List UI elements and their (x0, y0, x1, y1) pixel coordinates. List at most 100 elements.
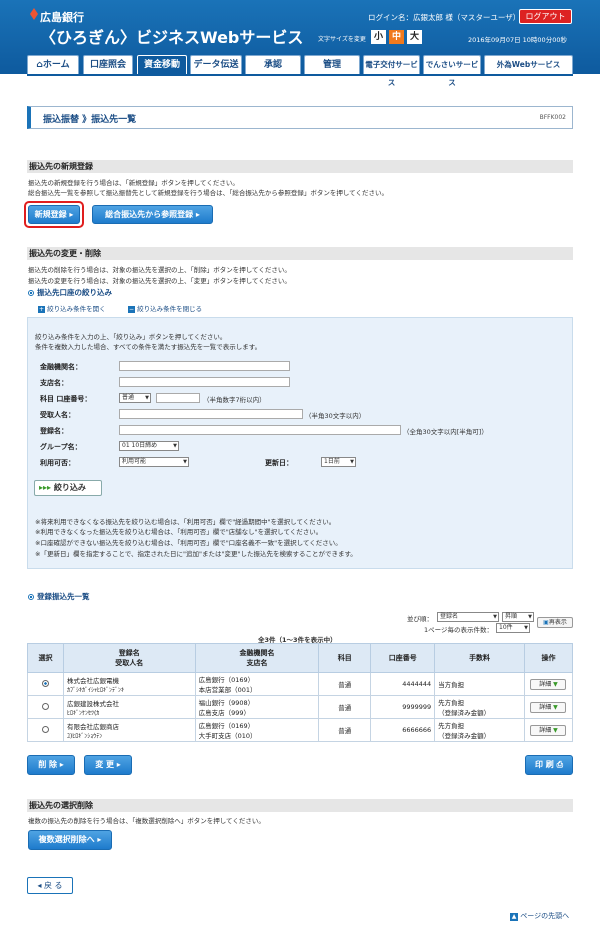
col-select: 選択 (27, 643, 64, 673)
row-type: 普通 (318, 695, 372, 719)
filter-heading: 振込先口座の絞り込み (28, 287, 112, 298)
font-size-large-button[interactable]: 大 (407, 30, 422, 44)
arrow-up-icon: ▲ (510, 913, 518, 921)
row-radio[interactable] (41, 702, 49, 710)
update-date-label: 更新日： (265, 459, 293, 467)
row-reg-name: 株式会社広銀電機 (66, 676, 119, 685)
tab-densai[interactable]: でんさいサービス (423, 55, 481, 87)
order-select[interactable]: 昇順 (502, 612, 534, 622)
row-fee-note: （登録済み金額） (438, 732, 491, 740)
arrow-right-icon: ▸ (116, 760, 121, 769)
row-account: 9999999 (370, 695, 436, 719)
apply-filter-button[interactable]: ▸▸▸ 絞り込み (34, 480, 102, 496)
col-bank-branch: 金融機関名 支店名 (194, 643, 320, 673)
bullet-icon (28, 290, 34, 296)
tab-fund-transfer[interactable]: 資金移動 (137, 55, 187, 74)
font-size-label: 文字サイズを変更 (318, 36, 366, 43)
tab-approval[interactable]: 承認 (245, 55, 301, 74)
sort-select[interactable]: 登録名 (437, 612, 499, 622)
bulk-delete-button[interactable]: 複数選択削除へ ▸ (28, 830, 112, 850)
table-row[interactable]: 有限会社広銀商店 ﾕ)ﾋﾛｷﾞﾝｼｮｳﾃﾝ 広島銀行（0169） 大手町支店（010… (27, 718, 574, 742)
account-hint: （半角数字7桁以内） (203, 396, 266, 404)
bank-logo-icon (30, 8, 38, 20)
filter-note-3: ※口座確認ができない振込先を絞り込む場合は、「利用可否」欄で"口座名義不一致"を… (35, 539, 342, 547)
logout-button[interactable]: ログアウト (519, 9, 572, 24)
availability-select[interactable]: 利用可能 (119, 457, 189, 467)
table-row[interactable]: 広銀建設株式会社 ﾋﾛｷﾞﾝｹﾝｾﾂ(ｶ 福山銀行（9908） 広島支店（999） … (27, 695, 574, 719)
row-branch: 広島支店（999） (198, 709, 251, 717)
tab-home[interactable]: ⌂ホーム (27, 55, 79, 74)
branch-name-input[interactable] (119, 377, 290, 387)
update-date-select[interactable]: 1日前 (321, 457, 356, 467)
arrow-right-icon: ▸ (97, 835, 102, 844)
table-header-row: 選択 登録名 受取人名 金融機関名 支店名 科目 口座番号 手数料 操作 (27, 643, 574, 673)
col-reg-name: 登録名 受取人名 (62, 643, 196, 673)
row-radio[interactable] (41, 679, 49, 687)
row-radio[interactable] (41, 725, 49, 733)
filter-intro-1: 絞り込み条件を入力の上、「絞り込み」ボタンを押してください。 (35, 333, 227, 341)
row-payee: ﾋﾛｷﾞﾝｹﾝｾﾂ(ｶ (66, 709, 100, 717)
group-select[interactable]: 01 10日締め (119, 441, 179, 451)
detail-button[interactable]: 詳細 ▼ (530, 724, 567, 736)
detail-button[interactable]: 詳細 ▼ (530, 678, 567, 690)
modify-text-1: 振込先の削除を行う場合は、対象の振込先を選択の上、「削除」ボタンを押してください… (28, 266, 291, 274)
filter-close-link[interactable]: − 絞り込み条件を閉じる (128, 303, 202, 313)
reg-name-input[interactable] (119, 425, 401, 435)
account-number-input[interactable] (156, 393, 200, 403)
new-registration-button[interactable]: 新規登録 ▸ (28, 205, 80, 224)
col-type: 科目 (318, 643, 372, 673)
filter-note-1: ※将来利用できなくなる振込先を絞り込む場合は、「利用可否」欄で"経過期間中"を選… (35, 518, 336, 526)
page-top-link[interactable]: ▲ ページの先頭へ (510, 911, 569, 921)
payee-table: 選択 登録名 受取人名 金融機関名 支店名 科目 口座番号 手数料 操作 株式会… (27, 643, 574, 742)
new-reg-text-2: 総合振込先一覧を参照して振込振替先として新規登録を行う場合は、「総合振込先から参… (28, 189, 388, 197)
section-modify-delete: 振込先の変更・削除 (27, 247, 573, 260)
font-size-medium-button[interactable]: 中 (389, 30, 404, 44)
change-button[interactable]: 変 更 ▸ (84, 755, 132, 775)
per-page-select[interactable]: 10件 (496, 623, 530, 633)
font-size-small-button[interactable]: 小 (371, 30, 386, 44)
row-fee: 当方負担 (438, 681, 465, 689)
tab-e-delivery[interactable]: 電子交付サービス (363, 55, 420, 87)
sort-label: 並び順： (407, 615, 433, 623)
screen-code: BFFK002 (539, 114, 566, 121)
per-page-label: 1ページ毎の表示件数： (424, 626, 494, 634)
bank-name-input[interactable] (119, 361, 290, 371)
section-new-registration: 振込先の新規登録 (27, 160, 573, 173)
login-name: ログイン名：広銀太郎 様（マスターユーザ） (368, 13, 521, 22)
filter-note-2: ※利用できなくなった振込先を絞り込む場合は、「利用可否」欄で"店舗なし"を選択し… (35, 528, 323, 536)
section-bulk-delete: 振込先の選択削除 (27, 799, 573, 812)
detail-button[interactable]: 詳細 ▼ (530, 701, 567, 713)
table-row[interactable]: 株式会社広銀電機 ｶﾌﾞｼｷｶﾞｲｼｬﾋﾛｷﾞﾝﾃﾞﾝｷ 広島銀行（0169） 本店… (27, 672, 574, 696)
bank-name-label: 金融機関名： (40, 363, 82, 371)
breadcrumb: 振込振替 》振込先一覧 BFFK002 (27, 106, 573, 129)
chevron-down-icon: ▼ (553, 703, 558, 711)
arrow-right-icon: ▸ (59, 760, 64, 769)
print-button[interactable]: 印 刷 ⎙ (525, 755, 573, 775)
delete-button[interactable]: 削 除 ▸ (27, 755, 75, 775)
row-reg-name: 広銀建設株式会社 (66, 699, 119, 708)
arrow-right-icon: ▸ (195, 210, 200, 219)
tab-data-transmission[interactable]: データ伝送 (190, 55, 242, 74)
redisplay-button[interactable]: ▣再表示 (537, 617, 573, 628)
minus-icon: − (128, 306, 135, 313)
availability-label: 利用可否： (40, 459, 75, 467)
account-type-select[interactable]: 普通 (119, 393, 151, 403)
nav-underline (27, 74, 573, 76)
col-account: 口座番号 (370, 643, 436, 673)
row-bank: 広島銀行（0169） (198, 676, 255, 684)
payee-input[interactable] (119, 409, 303, 419)
branch-name-label: 支店名： (40, 379, 68, 387)
reference-registration-button[interactable]: 総合振込先から参照登録 ▸ (92, 205, 213, 224)
tab-management[interactable]: 管理 (304, 55, 360, 74)
filter-open-link[interactable]: + 絞り込み条件を開く (38, 303, 106, 313)
tab-forex[interactable]: 外為Webサービス (484, 55, 573, 74)
datetime: 2016年09月07日 10時00分00秒 (468, 36, 567, 44)
col-action: 操作 (523, 643, 574, 673)
back-button[interactable]: ◂ 戻 る (27, 877, 73, 894)
bank-name: 広島銀行 (40, 11, 84, 24)
reg-name-hint: （全角30文字以内[半角可]） (403, 428, 488, 436)
row-fee: 先方負担 (438, 722, 465, 730)
payee-label: 受取人名： (40, 411, 75, 419)
row-account: 6666666 (370, 718, 436, 742)
tab-account-inquiry[interactable]: 口座照会 (83, 55, 133, 74)
